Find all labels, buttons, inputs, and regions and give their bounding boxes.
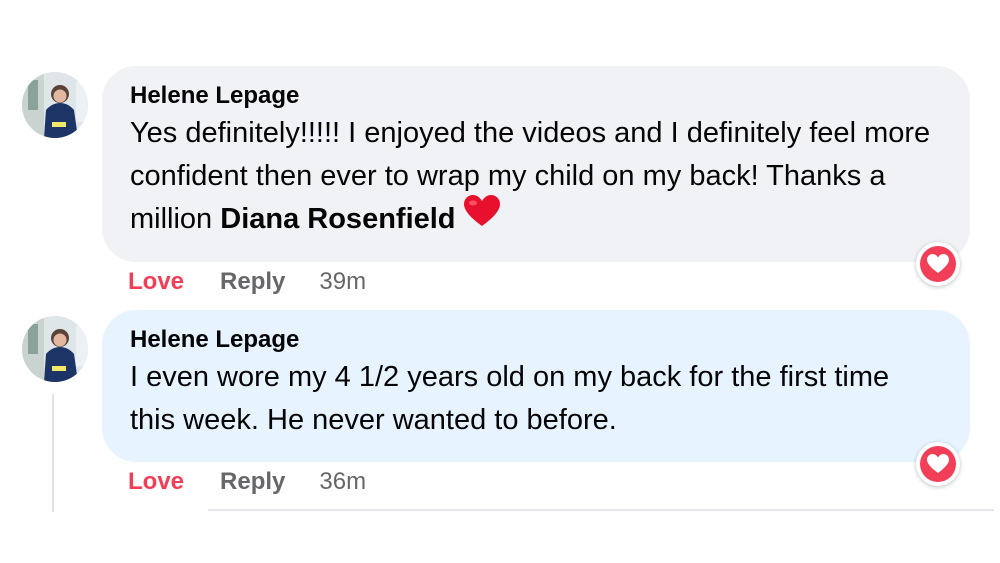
avatar[interactable] <box>22 72 88 138</box>
comment-author[interactable]: Helene Lepage <box>130 324 942 356</box>
reply-button[interactable]: Reply <box>220 268 285 296</box>
comment-bubble: Helene Lepage Yes definitely!!!!! I enjo… <box>102 66 970 262</box>
mention-link[interactable]: Diana Rosenfield <box>220 203 455 235</box>
comment-author[interactable]: Helene Lepage <box>130 80 942 112</box>
heart-emoji-icon <box>463 194 500 240</box>
comment-text: Yes definitely!!!!! I enjoyed the videos… <box>130 112 942 241</box>
comment-actions: Love Reply 39m <box>128 268 366 296</box>
reply-button[interactable]: Reply <box>220 468 285 496</box>
comment-actions: Love Reply 36m <box>128 468 366 496</box>
heart-icon <box>927 254 949 273</box>
timestamp[interactable]: 39m <box>319 268 366 296</box>
love-reaction-badge[interactable] <box>916 442 960 486</box>
profile-photo <box>22 316 88 382</box>
comment-text: I even wore my 4 1/2 years old on my bac… <box>130 361 890 436</box>
timestamp[interactable]: 36m <box>319 468 366 496</box>
reply-box-divider <box>208 509 994 511</box>
comment-bubble: Helene Lepage I even wore my 4 1/2 years… <box>102 310 970 462</box>
love-reaction-badge[interactable] <box>916 242 960 286</box>
profile-photo <box>22 72 88 138</box>
love-button[interactable]: Love <box>128 468 184 496</box>
love-button[interactable]: Love <box>128 268 184 296</box>
avatar[interactable] <box>22 316 88 382</box>
heart-icon <box>927 454 949 473</box>
thread-connector-line <box>52 394 54 512</box>
